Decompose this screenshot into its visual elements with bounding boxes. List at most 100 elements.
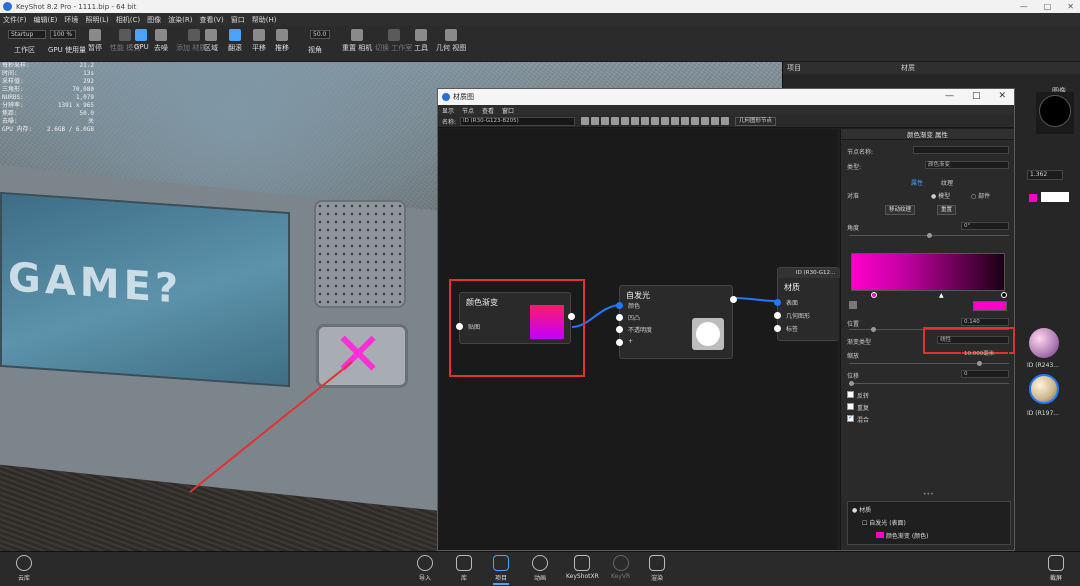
slider-knob[interactable] [927,233,932,238]
tab-project[interactable]: 项目 [787,63,801,73]
emissive-add-port[interactable] [616,339,623,346]
toggle-studio-button[interactable]: 切换 工作室 [375,29,412,53]
screenshot-button[interactable]: 截屏 [1048,555,1064,582]
move-texture-button[interactable]: 移动纹理 [885,205,916,215]
offset-slider[interactable] [849,381,1009,386]
radio-model[interactable]: ● 模型 [931,191,950,200]
menu-environment[interactable]: 环境 [64,15,78,25]
arrange-icon[interactable] [671,117,680,125]
menu-view[interactable]: 查看(V) [199,15,223,25]
geometry-view-button[interactable]: 几何 视图 [436,29,466,53]
emissive-output-port[interactable] [730,296,737,303]
invert-checkbox[interactable] [847,391,854,398]
copy-icon[interactable] [641,117,650,125]
import-button[interactable]: 导入 [417,555,433,582]
minimize-button[interactable]: — [1020,0,1028,13]
close-button[interactable]: ✕ [1067,0,1074,13]
blend-checkbox[interactable] [847,413,854,422]
geometry-node-button[interactable]: 几何图形节点 [735,116,777,126]
mg-maximize-button[interactable]: □ [972,91,981,101]
angle-slider[interactable] [849,233,1009,238]
tools-button[interactable]: 工具 [414,29,428,53]
mg-menu-node[interactable]: 节点 [462,106,474,115]
gradient-texture-icon[interactable] [849,301,857,309]
collapse-icon[interactable] [711,117,720,125]
align-icon[interactable] [631,117,640,125]
material-thumbnail-selected[interactable] [1029,374,1059,404]
denoise-button[interactable]: 去噪 [154,29,168,53]
menu-help[interactable]: 帮助(H) [252,15,277,25]
zoom-fit-icon[interactable] [681,117,690,125]
dolly-button[interactable]: 推移 [275,29,289,53]
region-button[interactable]: 区域 [204,29,218,53]
type-field[interactable]: 颜色渐变 [925,161,1009,169]
zoom-dropdown[interactable]: 100 % [50,30,76,39]
expand-icon[interactable] [701,117,710,125]
mg-menu-window[interactable]: 窗口 [502,106,514,115]
menu-window[interactable]: 窗口 [231,15,245,25]
mg-close-button[interactable]: ✕ [998,91,1006,101]
scale-slider[interactable] [849,361,1009,366]
gradient-editor[interactable] [851,253,1005,291]
mg-menu-display[interactable]: 显示 [442,106,454,115]
tab-properties[interactable]: 属性 [911,178,923,187]
settings-icon[interactable] [721,117,730,125]
pause-button[interactable]: 暂停 [88,29,102,53]
keyvr-button[interactable]: KeyVR [611,555,630,580]
tree-item-material[interactable]: ● 材质 [852,505,871,514]
radio-part[interactable]: ○ 部件 [971,191,990,200]
menu-camera[interactable]: 相机(C) [116,15,140,25]
node-icon[interactable] [601,117,610,125]
node-graph-canvas[interactable]: 颜色渐变 贴图 自发光 颜色 凹凸 不透明度 + ID (R30-G12... … [439,129,840,550]
reset-camera-button[interactable]: 重置 相机 [342,29,372,53]
tree-item-gradient[interactable]: 颜色渐变 (颜色) [876,531,929,540]
mg-minimize-button[interactable]: — [945,91,954,101]
menu-edit[interactable]: 编辑(E) [34,15,58,25]
grid-icon[interactable] [621,117,630,125]
emissive-opacity-port[interactable] [616,326,623,333]
field-of-view-button[interactable]: 视角 [308,45,322,55]
tab-texture[interactable]: 纹理 [941,178,953,187]
color-swatch-white[interactable] [1041,192,1069,202]
animation-button[interactable]: 动画 [532,555,548,582]
texture-icon[interactable] [611,117,620,125]
pan-button[interactable]: 平移 [252,29,266,53]
material-geometry-port[interactable] [774,312,781,319]
scale-input[interactable]: 10.000毫米 [961,350,1009,358]
emissive-node[interactable]: 自发光 颜色 凹凸 不透明度 + [616,285,737,359]
link-icon[interactable] [591,117,600,125]
node-name-input[interactable] [913,146,1009,154]
mg-menu-view[interactable]: 查看 [482,106,494,115]
gpu-usage-button[interactable]: GPU 使用量 [48,45,86,55]
library-button[interactable]: 库 [456,555,472,582]
slider-knob[interactable] [977,361,982,366]
fov-field[interactable]: 50.0 [310,30,330,39]
tree-item-emissive[interactable]: ☐ 自发光 (表面) [862,518,906,527]
repeat-checkbox[interactable] [847,403,854,410]
menu-image[interactable]: 图像 [147,15,161,25]
value-field[interactable]: 1.362 [1027,170,1063,180]
gradient-midpoint-marker[interactable]: ▲ [939,292,944,299]
workspace-dropdown[interactable]: Startup [8,30,46,39]
material-thumbnail[interactable] [1029,328,1059,358]
gradient-stop-end[interactable] [1001,292,1007,298]
menu-lighting[interactable]: 照明(L) [85,15,108,25]
gradient-stop-start[interactable] [871,292,877,298]
save-icon[interactable] [581,117,590,125]
maximize-button[interactable]: □ [1044,0,1052,13]
offset-input[interactable]: 0 [961,370,1009,378]
emissive-bump-port[interactable] [616,314,623,321]
position-input[interactable]: 0.140 [961,318,1009,326]
delete-icon[interactable] [651,117,660,125]
menu-file[interactable]: 文件(F) [3,15,27,25]
slider-knob[interactable] [871,327,876,332]
keyshotxr-button[interactable]: KeyShotXR [566,555,599,580]
material-node[interactable]: ID (R30-G12... 材质 表面 几何图形 标签 [774,267,840,341]
panel-splitter-dots[interactable]: ••• [923,491,934,498]
layout-icon[interactable] [661,117,670,125]
gpu-toggle-button[interactable]: GPU [134,29,149,51]
tab-material[interactable]: 材质 [901,63,915,73]
material-preview[interactable] [1036,92,1074,134]
angle-input[interactable]: 0° [961,222,1009,230]
slider-knob[interactable] [849,381,854,386]
